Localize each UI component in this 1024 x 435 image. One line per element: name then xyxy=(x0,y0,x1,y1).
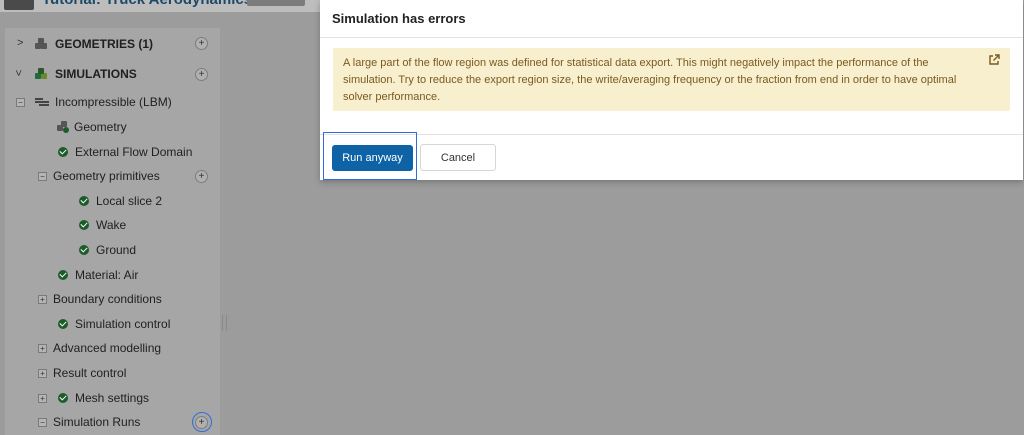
tree-item-label: Local slice 2 xyxy=(96,194,163,208)
tree-item-label: Wake xyxy=(96,218,127,232)
expand-toggle[interactable]: + xyxy=(38,295,47,304)
tree-item-simulation-control[interactable]: Simulation control xyxy=(58,314,170,334)
check-circle-icon xyxy=(58,147,68,157)
tree-item-advanced-modelling[interactable]: Advanced modelling xyxy=(53,338,161,358)
focus-highlight xyxy=(323,132,417,180)
divider xyxy=(320,134,1023,135)
tree-item-label: GEOMETRIES (1) xyxy=(55,37,154,51)
tree-item-label: External Flow Domain xyxy=(75,145,193,159)
error-dialog: Simulation has errors A large part of th… xyxy=(320,0,1023,180)
project-title[interactable]: Tutorial: Truck Aerodynamics xyxy=(42,0,252,8)
check-circle-icon xyxy=(58,393,68,403)
tree-item-label: Boundary conditions xyxy=(53,292,162,306)
check-circle-icon xyxy=(79,245,89,255)
panel-resize-handle[interactable] xyxy=(222,315,227,331)
expand-toggle[interactable]: + xyxy=(38,344,47,353)
add-simulation-icon[interactable]: + xyxy=(195,68,208,81)
tree-item-ground[interactable]: Ground xyxy=(79,240,136,260)
tree-item-label: Geometry xyxy=(74,120,127,134)
warning-alert: A large part of the flow region was defi… xyxy=(333,48,1010,111)
dialog-title: Simulation has errors xyxy=(332,11,466,26)
collapse-toggle[interactable]: − xyxy=(38,418,47,427)
tree-item-result-control[interactable]: Result control xyxy=(53,363,126,383)
tree-item-label: Simulation Runs xyxy=(53,415,141,429)
tree-item-geometry-primitives[interactable]: Geometry primitives xyxy=(53,166,160,186)
add-primitive-icon[interactable]: + xyxy=(195,170,208,183)
tree-item-incompressible[interactable]: Incompressible (LBM) xyxy=(35,92,172,112)
add-geometry-icon[interactable]: + xyxy=(195,37,208,50)
tree-item-label: Geometry primitives xyxy=(53,169,160,183)
expand-toggle[interactable]: + xyxy=(38,369,47,378)
tree-item-simulations[interactable]: SIMULATIONS xyxy=(35,64,137,84)
tree-item-geometries[interactable]: GEOMETRIES (1) xyxy=(35,34,153,54)
check-circle-icon xyxy=(58,319,68,329)
tree-item-label: Material: Air xyxy=(75,268,139,282)
collapse-toggle[interactable]: − xyxy=(38,172,47,181)
focus-highlight xyxy=(192,412,212,432)
tree-item-label: Incompressible (LBM) xyxy=(55,95,172,109)
geometry-icon xyxy=(35,38,49,50)
tree-item-label: SIMULATIONS xyxy=(55,67,137,81)
header-action-button[interactable] xyxy=(247,0,305,6)
cancel-button[interactable]: Cancel xyxy=(420,144,496,171)
check-circle-icon xyxy=(79,220,89,230)
alert-message: A large part of the flow region was defi… xyxy=(343,57,957,103)
tree-item-label: Simulation control xyxy=(75,317,171,331)
tree-item-boundary-conditions[interactable]: Boundary conditions xyxy=(53,289,162,309)
tree-item-geometry[interactable]: Geometry xyxy=(57,117,127,137)
app-logo xyxy=(4,0,34,10)
check-circle-icon xyxy=(58,270,68,280)
tree-item-label: Ground xyxy=(96,243,137,257)
check-circle-icon xyxy=(79,196,89,206)
tree-item-label: Advanced modelling xyxy=(53,341,162,355)
tree-item-label: Result control xyxy=(53,366,127,380)
tree-item-local-slice-2[interactable]: Local slice 2 xyxy=(79,191,162,211)
divider xyxy=(320,37,1023,38)
app-header: Tutorial: Truck Aerodynamics xyxy=(0,0,320,12)
collapse-toggle[interactable]: − xyxy=(16,98,25,107)
expand-toggle[interactable]: + xyxy=(38,394,47,403)
chevron-right-icon[interactable]: > xyxy=(17,37,23,49)
analysis-type-icon xyxy=(35,97,49,107)
external-link-icon[interactable] xyxy=(988,54,1000,66)
tree-item-simulation-runs[interactable]: Simulation Runs xyxy=(53,412,140,432)
tree-item-mesh-settings[interactable]: Mesh settings xyxy=(58,388,149,408)
tree-item-external-flow-domain[interactable]: External Flow Domain xyxy=(58,142,192,162)
geometry-check-icon xyxy=(57,121,69,133)
chevron-down-icon[interactable]: > xyxy=(12,70,24,76)
tree-item-material-air[interactable]: Material: Air xyxy=(58,265,138,285)
tree-item-wake[interactable]: Wake xyxy=(79,215,126,235)
simulation-icon xyxy=(35,68,49,80)
tree-item-label: Mesh settings xyxy=(75,391,150,405)
